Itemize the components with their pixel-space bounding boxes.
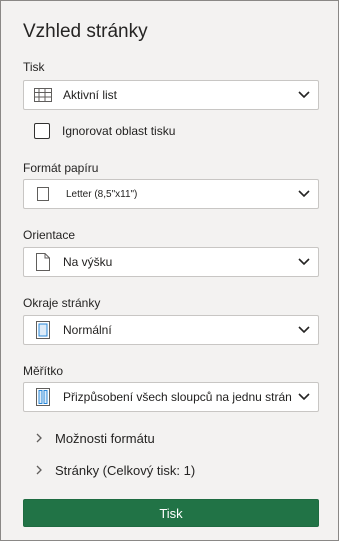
ignore-print-area-row[interactable]: Ignorovat oblast tisku [34, 121, 175, 141]
page-outline-icon [34, 185, 52, 203]
orientation-label: Orientace [23, 228, 76, 242]
paper-format-label: Formát papíru [23, 161, 99, 175]
chevron-right-icon [36, 432, 46, 444]
format-options-label: Možnosti formátu [55, 430, 155, 446]
chevron-down-icon [292, 81, 316, 109]
chevron-down-icon [292, 383, 316, 411]
ignore-print-area-checkbox[interactable] [34, 123, 50, 139]
margins-dropdown[interactable]: Normální [23, 315, 319, 345]
print-dropdown[interactable]: Aktivní list [23, 80, 319, 110]
print-label: Tisk [23, 60, 45, 74]
pages-label: Stránky (Celkový tisk: 1) [55, 462, 196, 478]
page-setup-panel: Vzhled stránky Tisk Aktivní list Ignorov… [0, 0, 339, 541]
scaling-dropdown[interactable]: Přizpůsobení všech sloupců na jednu strá… [23, 382, 319, 412]
chevron-down-icon [292, 316, 316, 344]
orientation-selected-value: Na výšku [63, 255, 113, 269]
chevron-down-icon [292, 248, 316, 276]
scaling-selected-value: Přizpůsobení všech sloupců na jednu strá… [63, 390, 292, 404]
chevron-down-icon [292, 180, 316, 208]
paper-format-selected-value: Letter (8,5"x11") [66, 188, 138, 200]
pages-expander[interactable]: Stránky (Celkový tisk: 1) [36, 461, 195, 479]
grid-sheet-icon [34, 86, 52, 104]
margins-page-icon [34, 321, 52, 339]
ignore-print-area-label: Ignorovat oblast tisku [62, 124, 176, 138]
fit-columns-icon [34, 388, 52, 406]
print-selected-value: Aktivní list [63, 88, 118, 102]
margins-selected-value: Normální [63, 323, 112, 337]
orientation-dropdown[interactable]: Na výšku [23, 247, 319, 277]
scaling-label: Měřítko [23, 364, 64, 378]
paper-format-dropdown[interactable]: Letter (8,5"x11") [23, 179, 319, 209]
margins-label: Okraje stránky [23, 296, 101, 310]
format-options-expander[interactable]: Možnosti formátu [36, 429, 155, 447]
portrait-page-icon [34, 253, 52, 271]
print-button[interactable]: Tisk [23, 499, 319, 527]
chevron-right-icon [36, 464, 46, 476]
panel-title: Vzhled stránky [23, 21, 148, 42]
